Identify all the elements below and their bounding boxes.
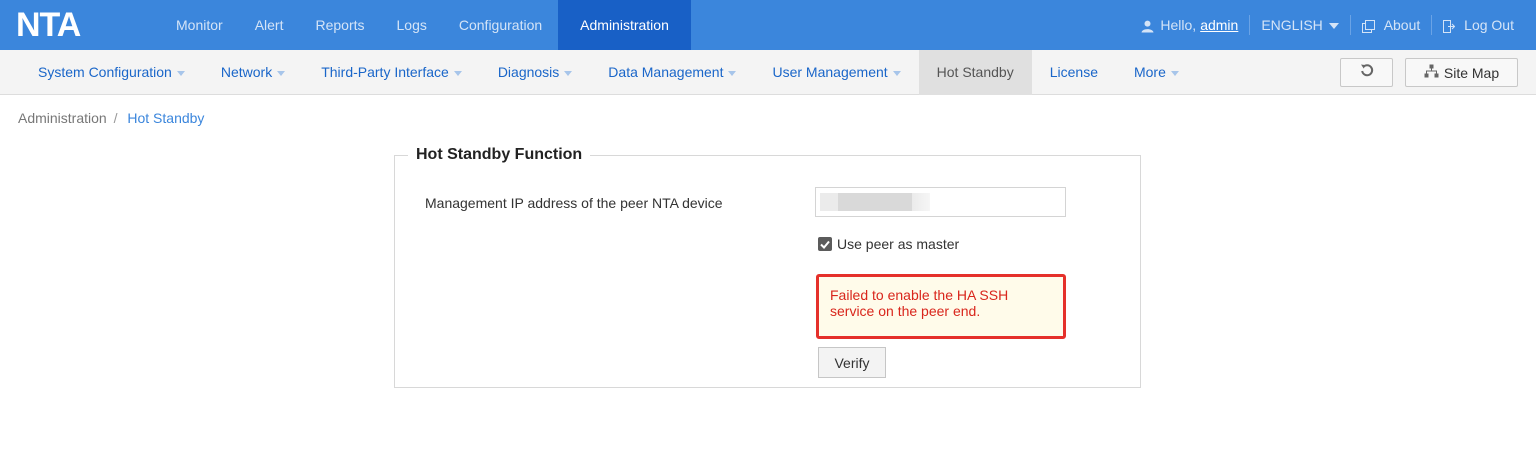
sub-nav-label: Diagnosis (497, 64, 560, 80)
divider (1249, 15, 1251, 35)
top-nav-monitor[interactable]: Monitor (160, 0, 239, 50)
sub-nav-more[interactable]: More (1116, 50, 1197, 95)
chevron-down-icon (453, 70, 462, 76)
chevron-down-icon (728, 70, 737, 76)
sitemap-icon (1424, 64, 1444, 81)
sub-nav-label: Network (220, 64, 273, 80)
site-map-button[interactable]: Site Map (1405, 58, 1518, 87)
language-label: ENGLISH (1261, 17, 1323, 33)
top-nav-alert[interactable]: Alert (239, 0, 300, 50)
chevron-down-icon (176, 70, 185, 76)
sub-nav-hot-standby[interactable]: Hot Standby (918, 50, 1032, 95)
refresh-button[interactable] (1340, 58, 1393, 87)
use-peer-checkbox[interactable] (818, 237, 832, 251)
sub-nav-user-management[interactable]: User Management (754, 50, 918, 95)
top-right-area: Hello, admin ENGLISH About Log Out (1141, 0, 1514, 50)
sub-nav-third-party-interface[interactable]: Third-Party Interface (303, 50, 480, 95)
check-icon (820, 240, 830, 249)
sub-nav-label: Hot Standby (936, 64, 1014, 80)
top-bar: NTA Monitor Alert Reports Logs Configura… (0, 0, 1536, 50)
chevron-down-icon (1328, 23, 1339, 30)
top-nav: Monitor Alert Reports Logs Configuration… (160, 0, 691, 50)
chevron-down-icon (277, 70, 286, 76)
sub-nav-data-management[interactable]: Data Management (590, 50, 754, 95)
sub-nav-label: License (1049, 64, 1098, 80)
verify-button[interactable]: Verify (818, 347, 886, 378)
chevron-down-icon (1170, 70, 1179, 76)
divider (1349, 15, 1351, 35)
top-nav-administration[interactable]: Administration (558, 0, 691, 50)
site-map-label: Site Map (1443, 64, 1500, 81)
divider (1431, 15, 1433, 35)
breadcrumb-current: Hot Standby (127, 110, 205, 126)
language-selector[interactable]: ENGLISH (1261, 17, 1339, 33)
error-message-box: Failed to enable the HA SSH service on t… (816, 274, 1066, 339)
chevron-down-icon (564, 70, 573, 76)
greeting-text: Hello, (1160, 17, 1197, 33)
sub-nav-label: Third-Party Interface (321, 64, 449, 80)
redacted-ip-mask (820, 193, 930, 211)
sub-nav-diagnosis[interactable]: Diagnosis (480, 50, 590, 95)
use-peer-label: Use peer as master (837, 236, 960, 252)
top-nav-configuration[interactable]: Configuration (443, 0, 558, 50)
use-peer-checkbox-row[interactable]: Use peer as master (818, 236, 959, 252)
logout-link[interactable]: Log Out (1443, 17, 1514, 33)
peer-ip-label: Management IP address of the peer NTA de… (425, 195, 723, 211)
sub-nav-bar: System Configuration Network Third-Party… (0, 50, 1536, 95)
panel-title: Hot Standby Function (408, 145, 591, 165)
sub-nav: System Configuration Network Third-Party… (20, 50, 1197, 95)
refresh-icon (1360, 63, 1374, 82)
username-link[interactable]: admin (1200, 17, 1238, 33)
breadcrumb-separator: / (113, 110, 118, 126)
external-window-icon (1361, 17, 1379, 33)
sub-nav-label: System Configuration (38, 64, 172, 80)
sub-nav-label: More (1133, 64, 1166, 80)
chevron-down-icon (892, 70, 901, 76)
logout-label: Log Out (1464, 17, 1514, 33)
sub-nav-network[interactable]: Network (203, 50, 303, 95)
user-icon (1141, 17, 1154, 33)
logout-icon (1443, 17, 1459, 33)
sub-nav-label: Data Management (608, 64, 724, 80)
sub-nav-label: User Management (772, 64, 888, 80)
top-nav-reports[interactable]: Reports (299, 0, 380, 50)
nta-logo[interactable]: NTA (16, 6, 81, 44)
breadcrumb-parent[interactable]: Administration (18, 110, 107, 126)
about-label: About (1383, 17, 1421, 33)
breadcrumb: Administration / Hot Standby (18, 110, 204, 126)
top-nav-logs[interactable]: Logs (381, 0, 443, 50)
sub-nav-system-configuration[interactable]: System Configuration (20, 50, 203, 95)
error-message: Failed to enable the HA SSH service on t… (830, 287, 1009, 319)
about-link[interactable]: About (1361, 17, 1421, 33)
sub-nav-license[interactable]: License (1032, 50, 1116, 95)
